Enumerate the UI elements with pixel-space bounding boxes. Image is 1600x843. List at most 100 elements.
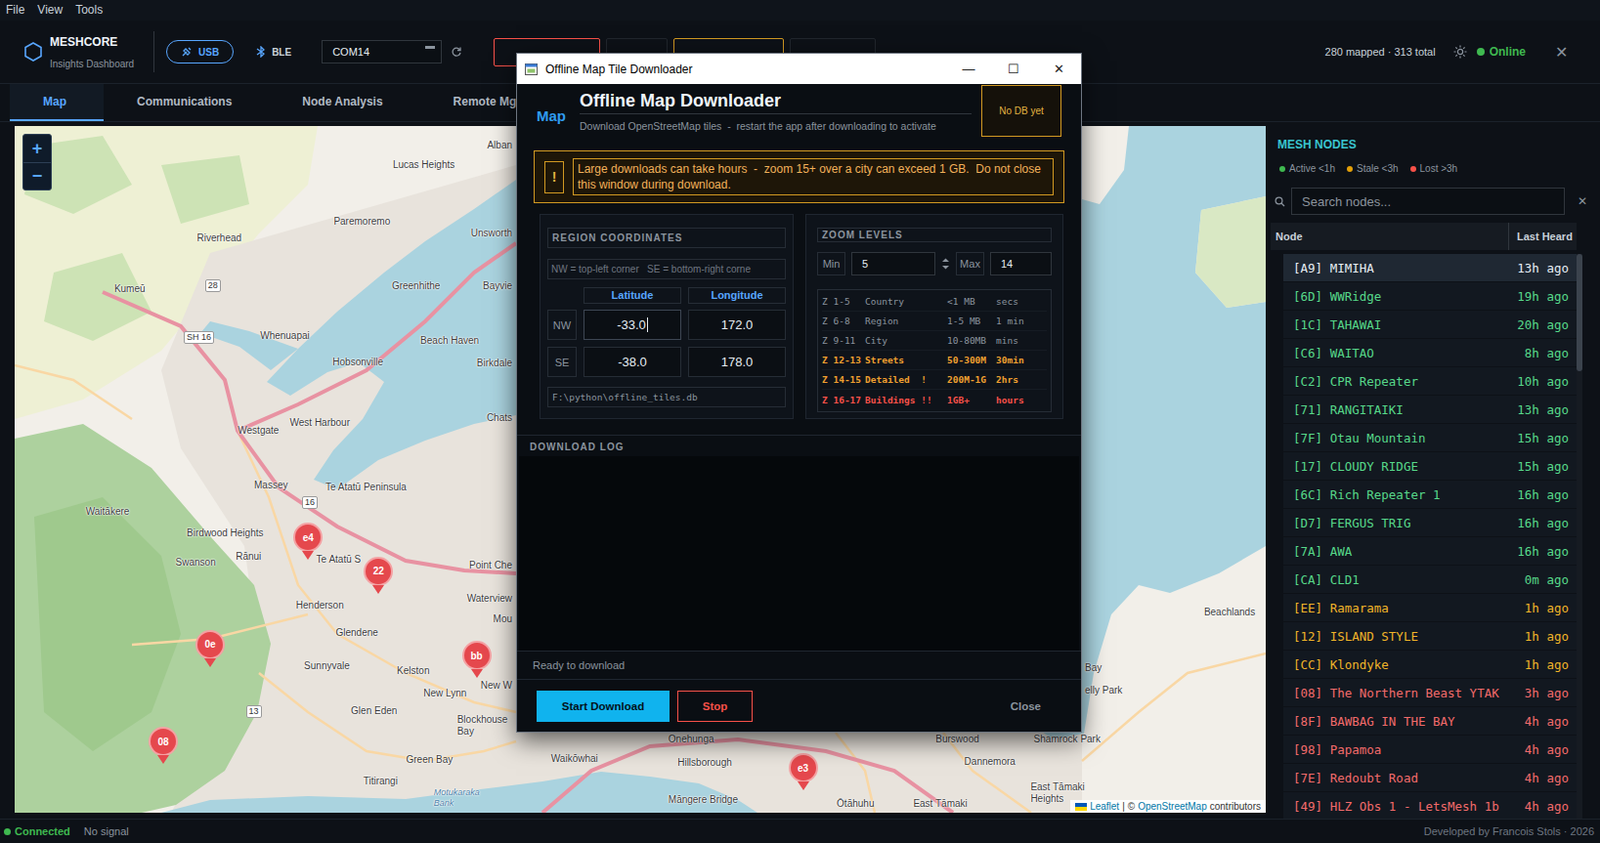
- node-row[interactable]: [C2] CPR Repeater10h ago: [1283, 367, 1577, 395]
- zoom-time-cell: mins: [995, 335, 1047, 346]
- credit: Developed by Francois Stols · 2026: [1424, 825, 1595, 838]
- map-label: Waterview: [467, 593, 513, 606]
- tab-label: Map: [43, 94, 67, 109]
- node-row[interactable]: [71] RANGITAIKI13h ago: [1283, 395, 1577, 424]
- node-row[interactable]: [7E] Redoubt Road4h ago: [1283, 764, 1577, 792]
- node-row[interactable]: [A9] MIMIHA13h ago: [1283, 254, 1577, 282]
- node-row[interactable]: [D7] FERGUS TRIG16h ago: [1283, 509, 1577, 537]
- zoom-in-button[interactable]: +: [23, 134, 51, 163]
- spacer: [547, 287, 577, 304]
- window-control-glyph: —: [962, 61, 976, 77]
- map-label: Bay: [1084, 662, 1102, 675]
- node-row[interactable]: [12] ISLAND STYLE1h ago: [1283, 622, 1577, 650]
- node-row[interactable]: [6D] WWRidge19h ago: [1283, 282, 1577, 310]
- tab[interactable]: Node Analysis: [268, 84, 420, 122]
- node-last-heard: 13h ago: [1516, 260, 1569, 276]
- connection-indicator: Connected: [3, 825, 71, 838]
- leaflet-link[interactable]: Leaflet: [1089, 800, 1120, 814]
- node-pin[interactable]: 0e: [195, 630, 225, 660]
- map-label: Dannemora: [964, 756, 1016, 769]
- node-row[interactable]: [EE] Ramarama1h ago: [1283, 594, 1577, 622]
- maximize-button[interactable]: ☐: [991, 53, 1037, 85]
- menu-item[interactable]: File: [0, 0, 33, 21]
- button-label: Start Download: [562, 700, 645, 713]
- close-app-button[interactable]: ✕: [1555, 43, 1568, 62]
- zoom-range-cell: Z 6-8: [821, 315, 865, 327]
- window-control-glyph: ✕: [1053, 61, 1065, 77]
- port-value: COM14: [332, 45, 426, 58]
- status-label: Online: [1489, 44, 1526, 59]
- close-button[interactable]: ✕: [1036, 53, 1082, 85]
- max-zoom-input[interactable]: 14: [990, 252, 1052, 276]
- node-row[interactable]: [17] CLOUDY RIDGE15h ago: [1283, 452, 1577, 480]
- longitude-input[interactable]: 172.0: [688, 309, 786, 341]
- logo-text: MESHCOREInsights Dashboard: [49, 34, 134, 71]
- stop-button[interactable]: Stop: [677, 691, 753, 723]
- text-caret: [647, 317, 649, 333]
- node-name: [A9] MIMIHA: [1293, 260, 1517, 276]
- node-row[interactable]: [98] Papamoa4h ago: [1283, 735, 1577, 764]
- node-row[interactable]: [08] The Northern Beast YTAK3h ago: [1283, 679, 1577, 707]
- node-last-heard: 0m ago: [1524, 572, 1569, 588]
- search-input[interactable]: [1291, 187, 1565, 216]
- db-status-badge: No DB yet: [981, 85, 1062, 137]
- scrollbar-thumb[interactable]: [1576, 254, 1583, 372]
- legend: Active <1hStale <3hLost >3h: [1265, 163, 1600, 175]
- map-label: Birdwood Heights: [186, 527, 263, 540]
- section-title: DOWNLOAD LOG: [517, 435, 1082, 457]
- latitude-input[interactable]: -38.0: [583, 346, 682, 378]
- pin-label: 0e: [205, 639, 217, 650]
- map-label: Te Atatū Peninsula: [325, 481, 407, 494]
- map-label: East Tāmaki: [912, 798, 967, 811]
- column-header[interactable]: Last Heard: [1508, 222, 1577, 251]
- map-label: Bayvie: [482, 280, 513, 293]
- node-pin[interactable]: e3: [788, 753, 819, 783]
- min-zoom-input[interactable]: 5: [851, 252, 936, 276]
- menu-item[interactable]: View: [32, 0, 71, 21]
- legend-label: Stale <3h: [1356, 163, 1399, 175]
- column-header[interactable]: Node: [1270, 222, 1509, 251]
- start-download-button[interactable]: Start Download: [536, 691, 670, 723]
- node-row[interactable]: [8F] BAWBAG IN THE BAY4h ago: [1283, 707, 1577, 736]
- node-row[interactable]: [CC] Klondyke1h ago: [1283, 650, 1577, 679]
- minimize-button[interactable]: —: [946, 53, 992, 85]
- bluetooth-icon: [256, 45, 266, 58]
- menu-item[interactable]: Tools: [70, 0, 111, 21]
- longitude-input[interactable]: 178.0: [688, 346, 786, 378]
- latitude-input[interactable]: -33.0: [583, 309, 682, 341]
- zoom-name-cell: Streets: [864, 354, 948, 366]
- refresh-icon[interactable]: [450, 45, 463, 58]
- map-label: Hobsonville: [332, 356, 384, 369]
- node-row[interactable]: [CA] CLD10m ago: [1283, 565, 1577, 594]
- map-label: 16: [302, 496, 318, 510]
- map-label: 28: [205, 279, 221, 293]
- node-row[interactable]: [1C] TAHAWAI20h ago: [1283, 310, 1577, 339]
- node-pin[interactable]: 08: [148, 727, 178, 757]
- clear-search-button[interactable]: ✕: [1564, 194, 1600, 209]
- latitude-value: -33.0: [616, 317, 647, 333]
- zoom-level-row: Z 9-11City10-80MBmins: [821, 331, 1047, 351]
- connection-button[interactable]: USB: [166, 40, 234, 64]
- db-path-field[interactable]: F:\python\offline_tiles.db: [547, 387, 786, 408]
- node-row[interactable]: [7A] AWA16h ago: [1283, 537, 1577, 565]
- map-label: Unsworth: [471, 227, 513, 240]
- sun-icon[interactable]: [1453, 44, 1468, 59]
- node-pin[interactable]: 22: [363, 557, 393, 587]
- osm-link[interactable]: OpenStreetMap: [1137, 800, 1208, 814]
- node-row[interactable]: [C6] WAITAO8h ago: [1283, 339, 1577, 367]
- node-row[interactable]: [6C] Rich Repeater 116h ago: [1283, 480, 1577, 509]
- tab[interactable]: Communications: [103, 84, 269, 122]
- node-last-heard: 10h ago: [1516, 374, 1569, 390]
- close-button[interactable]: Close: [998, 691, 1062, 723]
- zoom-out-button[interactable]: −: [23, 162, 51, 190]
- spinner-icon[interactable]: [941, 252, 951, 276]
- tab[interactable]: Map: [9, 84, 104, 122]
- connection-button[interactable]: BLE: [241, 40, 306, 64]
- port-select[interactable]: COM14: [321, 40, 442, 64]
- node-name: [7E] Redoubt Road: [1293, 771, 1525, 786]
- node-row[interactable]: [49] HLZ Obs 1 - LetsMesh 1b4h ago: [1283, 792, 1577, 820]
- brand-label: Map: [536, 107, 580, 125]
- zoom-control: +−: [22, 133, 52, 191]
- node-row[interactable]: [7F] Otau Mountain15h ago: [1283, 424, 1577, 452]
- node-pin[interactable]: bb: [462, 641, 492, 671]
